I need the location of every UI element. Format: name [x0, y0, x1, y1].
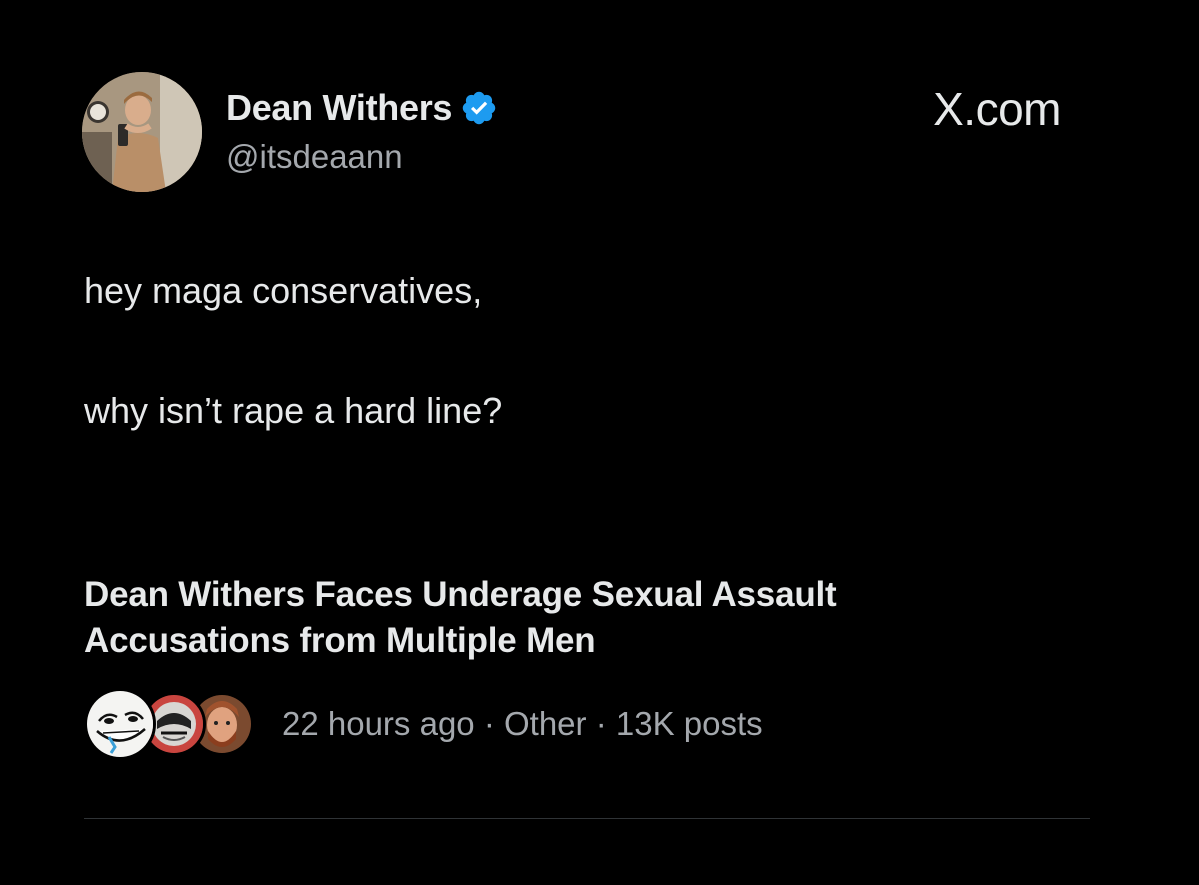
trollface-avatar-icon — [84, 688, 156, 760]
author-avatar[interactable] — [82, 72, 202, 192]
avatar-photo-icon — [82, 72, 202, 192]
meta-separator: · — [586, 705, 616, 742]
trend-category: Other — [503, 705, 587, 742]
trend-headline-line: Accusations from Multiple Men — [84, 621, 596, 660]
trend-headline[interactable]: Dean Withers Faces Underage Sexual Assau… — [84, 572, 1084, 664]
author-handle[interactable]: @itsdeaann — [226, 138, 403, 176]
trend-meta-text: 22 hours ago · Other · 13K posts — [282, 705, 763, 743]
divider — [84, 818, 1090, 819]
x-com-brand-label: X.com — [933, 83, 1061, 135]
trend-time: 22 hours ago — [282, 705, 475, 742]
verified-badge-icon — [460, 89, 498, 127]
meta-separator: · — [474, 705, 504, 742]
trend-meta-row: 22 hours ago · Other · 13K posts — [84, 688, 763, 760]
trend-headline-line: Dean Withers Faces Underage Sexual Assau… — [84, 575, 837, 614]
tweet-text-line: hey maga conservatives, — [84, 270, 483, 311]
trend-avatar-stack — [84, 688, 260, 760]
trend-post-count: 13K posts — [615, 705, 763, 742]
author-display-name[interactable]: Dean Withers — [226, 87, 452, 129]
tweet-text-line: why isn’t rape a hard line? — [84, 390, 503, 431]
author-name-row: Dean Withers — [226, 84, 498, 132]
